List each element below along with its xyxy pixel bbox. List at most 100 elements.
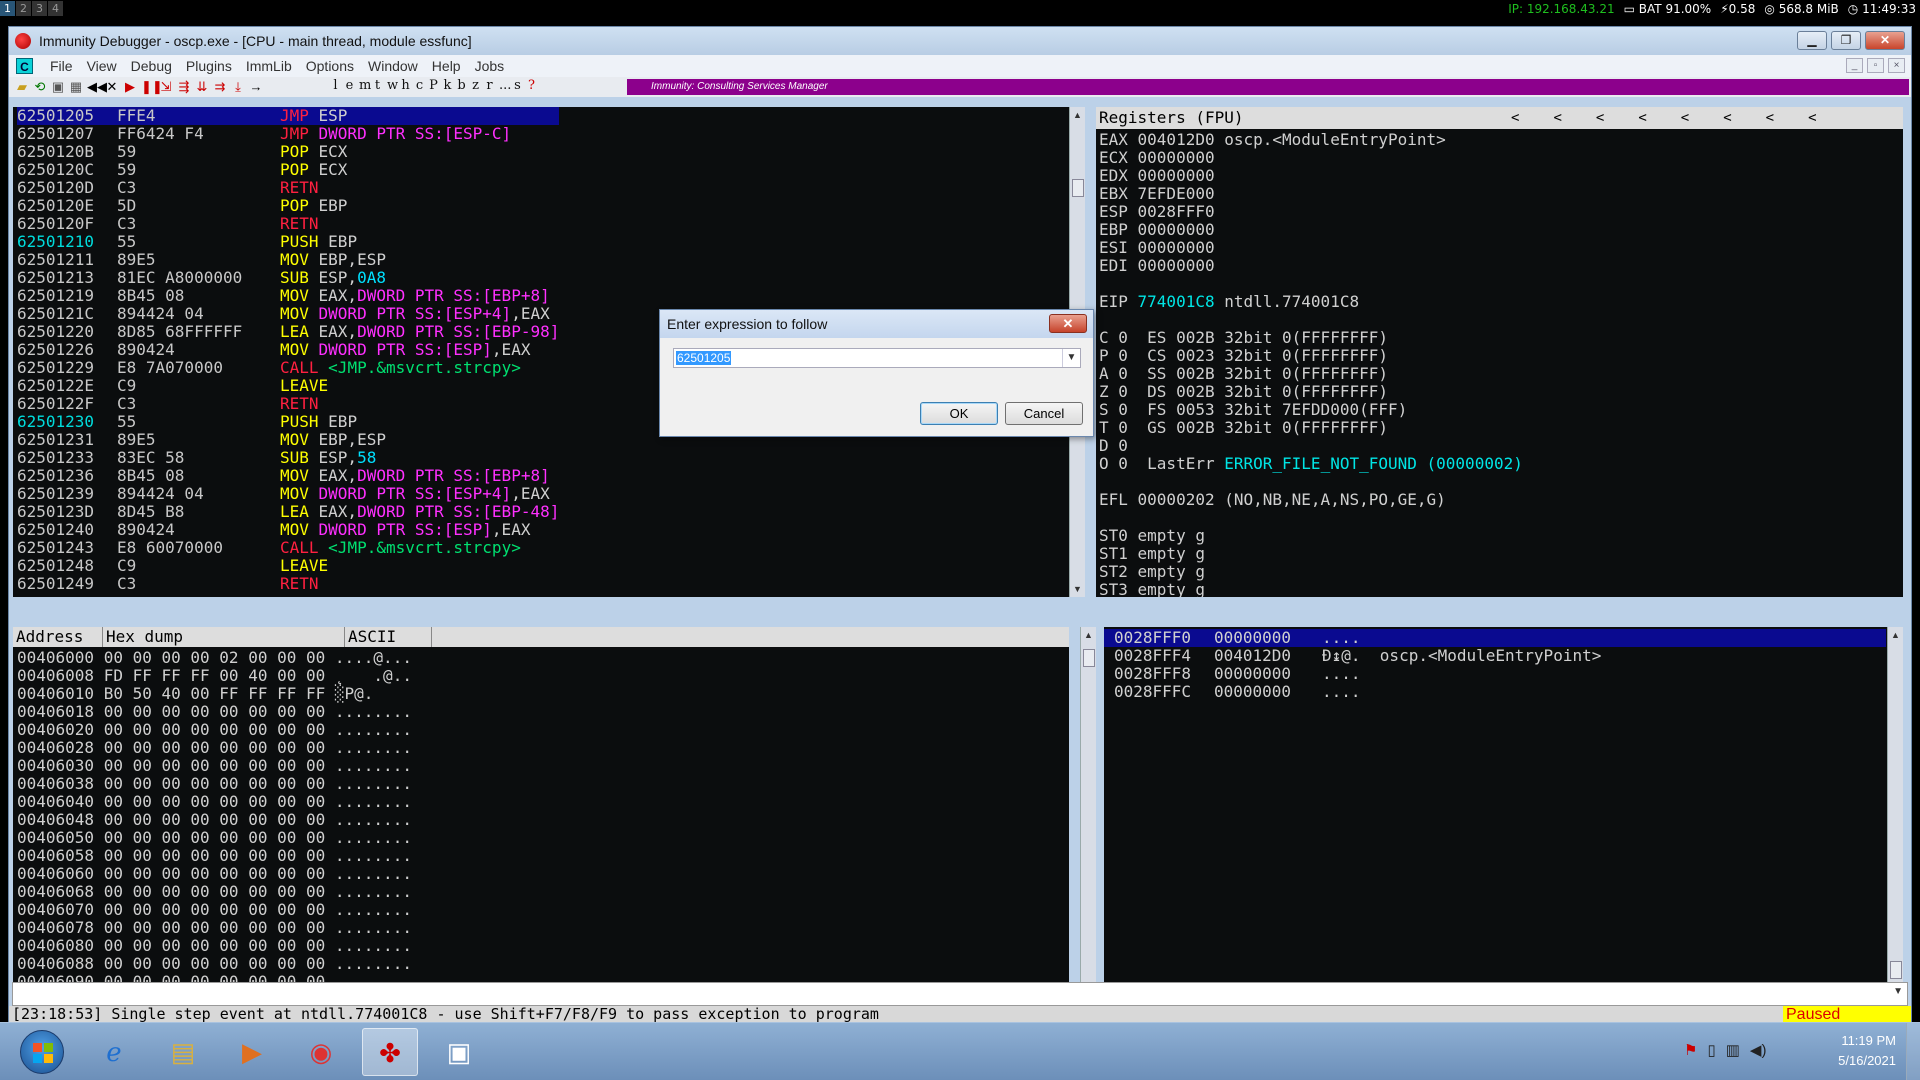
dialog-titlebar[interactable]: Enter expression to follow — [660, 310, 1093, 338]
expression-input[interactable]: 62501205 — [676, 351, 732, 365]
menu-jobs[interactable]: Jobs — [468, 58, 512, 74]
immunity-debugger-icon[interactable]: ✤ — [362, 1028, 418, 1076]
fpu-register-row[interactable]: ST2 empty g — [1099, 563, 1523, 581]
efl-row[interactable]: EFL 00000202 (NO,NB,NE,A,NS,PO,GE,G) — [1099, 491, 1523, 509]
arrow-left-icon[interactable]: < — [1681, 107, 1689, 129]
arrow-left-icon[interactable]: < — [1766, 107, 1774, 129]
register-row[interactable]: EDI 00000000 — [1099, 257, 1523, 275]
volume-icon[interactable]: ◀) — [1750, 1041, 1767, 1059]
disassembly-row[interactable]: 62501210 55 PUSH EBP — [17, 233, 559, 251]
disassembly-row[interactable]: 62501230 55 PUSH EBP — [17, 413, 559, 431]
flag-row[interactable]: S 0 FS 0053 32bit 7EFDD000(FFF) — [1099, 401, 1523, 419]
show-desktop-button[interactable] — [1906, 1023, 1920, 1080]
arrow-left-icon[interactable]: < — [1808, 107, 1816, 129]
register-row[interactable]: ESP 0028FFF0 — [1099, 203, 1523, 221]
disassembly-row[interactable]: 62501213 81EC A8000000 SUB ESP, 0A8 — [17, 269, 559, 287]
register-row[interactable]: EAX 004012D0 oscp.<ModuleEntryPoint> — [1099, 131, 1523, 149]
workspace-3[interactable]: 3 — [32, 1, 47, 16]
disassembly-row[interactable]: 6250120E 5D POP EBP — [17, 197, 559, 215]
column-ascii[interactable]: ASCII — [345, 627, 432, 647]
expression-combobox[interactable]: 62501205 ▼ — [673, 348, 1081, 368]
dump-scrollbar[interactable]: ▲ ▼ — [1080, 627, 1096, 997]
dump-row[interactable]: 00406050 00 00 00 00 00 00 00 00 .......… — [17, 829, 412, 847]
toolbar-log-button[interactable]: l — [331, 78, 340, 93]
column-address[interactable]: Address — [13, 627, 103, 647]
network-icon[interactable]: ▥ — [1726, 1041, 1740, 1059]
menu-view[interactable]: View — [80, 58, 124, 74]
stack-row[interactable]: 0028FFF0 00000000.... — [1104, 629, 1886, 647]
dump-row[interactable]: 00406028 00 00 00 00 00 00 00 00 .......… — [17, 739, 412, 757]
fpu-register-row[interactable]: ST3 empty g — [1099, 581, 1523, 598]
scroll-up-icon[interactable]: ▲ — [1888, 627, 1903, 643]
mdi-minimize-button[interactable]: _ — [1846, 58, 1863, 73]
last-error-row[interactable]: O 0 LastErr ERROR_FILE_NOT_FOUND (000000… — [1099, 455, 1523, 473]
disassembly-row[interactable]: 62501233 83EC 58 SUB ESP, 58 — [17, 449, 559, 467]
dump-row[interactable]: 00406070 00 00 00 00 00 00 00 00 .......… — [17, 901, 412, 919]
trace-over-icon[interactable]: ⇉ — [213, 79, 227, 95]
toolbar-windows-button[interactable]: w — [387, 78, 398, 93]
scroll-up-icon[interactable]: ▲ — [1081, 627, 1096, 643]
toolbar-help-button[interactable]: ? — [527, 78, 536, 93]
mdi-restore-button[interactable]: ▫ — [1867, 58, 1884, 73]
scroll-up-icon[interactable]: ▲ — [1070, 107, 1085, 123]
flag-row[interactable]: C 0 ES 002B 32bit 0(FFFFFFFF) — [1099, 329, 1523, 347]
flag-row[interactable]: P 0 CS 0023 32bit 0(FFFFFFFF) — [1099, 347, 1523, 365]
dialog-close-button[interactable]: ✕ — [1049, 314, 1087, 333]
disassembly-row[interactable]: 6250120D C3 RETN — [17, 179, 559, 197]
step-over-icon[interactable]: ⇶ — [177, 79, 191, 95]
workspace-2[interactable]: 2 — [16, 1, 31, 16]
mdi-close-button[interactable]: × — [1888, 58, 1905, 73]
disassembly-row[interactable]: 62501205 FFE4 JMP ESP — [17, 107, 560, 125]
scroll-thumb[interactable] — [1083, 649, 1095, 667]
menu-options[interactable]: Options — [299, 58, 361, 74]
toolbar-cpu-button[interactable]: c — [415, 78, 424, 93]
rewind-icon[interactable]: ◀◀ — [87, 79, 107, 95]
dump-row[interactable]: 00406010 B0 50 40 00 FF FF FF FF ░P@. — [17, 685, 412, 703]
cpu-window-icon[interactable]: C — [16, 58, 33, 74]
disassembly-row[interactable]: 62501239 894424 04 MOV DWORD PTR SS:[ESP+4… — [17, 485, 559, 503]
toolbar-z-button[interactable]: z — [471, 78, 480, 93]
fpu-register-row[interactable]: ST1 empty g — [1099, 545, 1523, 563]
flag-row[interactable]: Z 0 DS 002B 32bit 0(FFFFFFFF) — [1099, 383, 1523, 401]
dump-row[interactable]: 00406020 00 00 00 00 00 00 00 00 .......… — [17, 721, 412, 739]
toolbar-breakpoints-button[interactable]: b — [457, 78, 466, 93]
close-window-button[interactable]: ✕ — [1865, 31, 1905, 50]
stack-pane[interactable]: 0028FFF0 00000000.... 0028FFF4 004012D0 Ð↨@.… — [1104, 627, 1903, 997]
workspace-1[interactable]: 1 — [0, 1, 15, 16]
register-row[interactable]: EBX 7EFDE000 — [1099, 185, 1523, 203]
open-icon[interactable]: ▰ — [15, 79, 29, 95]
disassembly-row[interactable]: 6250122F C3 RETN — [17, 395, 559, 413]
stack-row[interactable]: 0028FFF4 004012D0 Ð↨@. oscp.<ModuleEntryPo… — [1104, 647, 1886, 665]
hex-dump-pane[interactable]: Address Hex dump ASCII 00406000 00 00 00… — [13, 627, 1069, 997]
toolbar-threads-button[interactable]: t — [373, 78, 382, 93]
media-player-icon[interactable]: ▶ — [224, 1028, 280, 1076]
toolbar-run-trace-button[interactable]: ... — [499, 78, 511, 93]
chevron-down-icon[interactable]: ▼ — [1062, 349, 1080, 367]
disassembly-row[interactable]: 62501240 890424 MOV DWORD PTR SS:[ESP] ,EAX — [17, 521, 559, 539]
column-hex-dump[interactable]: Hex dump — [103, 627, 345, 647]
restart-icon[interactable]: ⟲ — [33, 79, 47, 95]
dump-row[interactable]: 00406068 00 00 00 00 00 00 00 00 .......… — [17, 883, 412, 901]
dump-row[interactable]: 00406048 00 00 00 00 00 00 00 00 .......… — [17, 811, 412, 829]
action-center-icon[interactable]: ⚑ — [1684, 1041, 1697, 1059]
disassembly-row[interactable]: 62501207 FF6424 F4 JMP DWORD PTR SS:[ESP-C… — [17, 125, 559, 143]
flag-row[interactable]: T 0 GS 002B 32bit 0(FFFFFFFF) — [1099, 419, 1523, 437]
flag-row[interactable]: D 0 — [1099, 437, 1523, 455]
stack-scrollbar[interactable]: ▲ ▼ — [1887, 627, 1903, 997]
menu-immlib[interactable]: ImmLib — [239, 58, 299, 74]
arrow-left-icon[interactable]: < — [1638, 107, 1646, 129]
dump-row[interactable]: 00406058 00 00 00 00 00 00 00 00 .......… — [17, 847, 412, 865]
menu-plugins[interactable]: Plugins — [179, 58, 239, 74]
toolbar-references-button[interactable]: r — [485, 78, 494, 93]
disassembly-row[interactable]: 62501236 8B45 08 MOV EAX, DWORD PTR SS:[EBP… — [17, 467, 559, 485]
menu-debug[interactable]: Debug — [124, 58, 179, 74]
arrow-left-icon[interactable]: < — [1511, 107, 1519, 129]
register-row[interactable]: ESI 00000000 — [1099, 239, 1523, 257]
menu-file[interactable]: File — [43, 58, 80, 74]
workspace-4[interactable]: 4 — [48, 1, 63, 16]
close-program-icon[interactable]: ▣ — [51, 79, 65, 95]
command-input[interactable]: ▼ — [12, 982, 1908, 1006]
scroll-thumb[interactable] — [1072, 179, 1084, 197]
ok-button[interactable]: OK — [920, 402, 998, 425]
file-explorer-icon[interactable]: ▤ — [155, 1028, 211, 1076]
